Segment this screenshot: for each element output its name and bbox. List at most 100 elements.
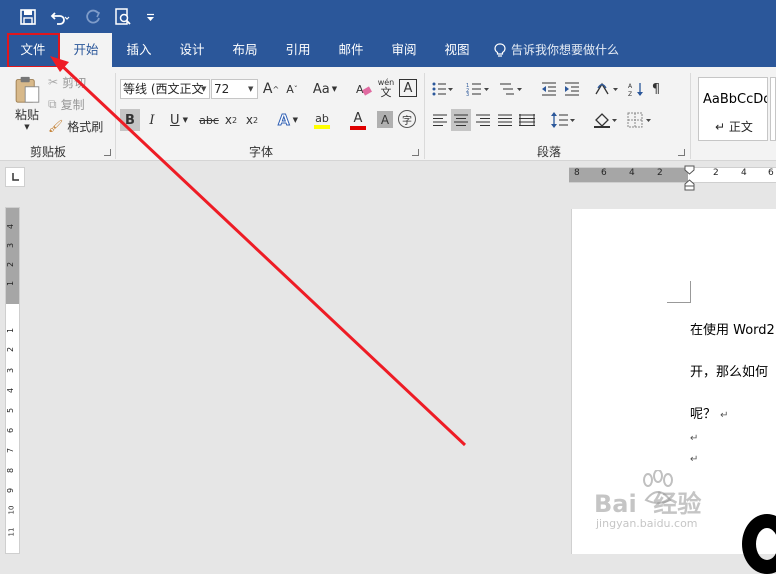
- paragraph-mark: ↵: [690, 433, 699, 444]
- style-name-label: ↵ 正文: [715, 120, 753, 134]
- shading-button[interactable]: [591, 109, 621, 131]
- grow-font-button[interactable]: A ^: [262, 79, 280, 99]
- enclose-label: 字: [402, 115, 412, 127]
- italic-button[interactable]: I: [143, 109, 161, 131]
- character-shading-button[interactable]: A: [377, 111, 393, 128]
- tab-mailings[interactable]: 邮件: [326, 33, 376, 67]
- print-preview-icon[interactable]: [113, 7, 133, 27]
- distributed-button[interactable]: [517, 109, 537, 131]
- svg-text:A: A: [356, 83, 364, 96]
- subscript-button[interactable]: x2: [222, 109, 240, 131]
- character-border-label: A: [403, 80, 413, 96]
- ruler-tick: 4: [741, 168, 747, 178]
- chevron-down-icon: ▼: [248, 85, 254, 93]
- superscript-button[interactable]: x2: [243, 109, 261, 131]
- justify-button[interactable]: [495, 109, 515, 131]
- quick-access-toolbar: [0, 0, 776, 33]
- tab-references[interactable]: 引用: [273, 33, 323, 67]
- paste-icon: [15, 76, 40, 103]
- ruler-tick: 3: [6, 367, 16, 374]
- ribbon-tabs: 文件 开始 插入 设计 布局 引用 邮件 审阅 视图 告诉我你想要做什么: [0, 33, 776, 67]
- tab-review[interactable]: 审阅: [379, 33, 429, 67]
- strikethrough-button[interactable]: abc: [198, 109, 220, 131]
- ribbon-home: 粘贴 ▼ ✂ 剪切 ⧉ 复制 🖌 格式刷 剪贴板 等线 (西文正文 ▼ 72 ▼ A ^…: [0, 67, 776, 161]
- tab-layout[interactable]: 布局: [219, 33, 271, 67]
- highlighter-icon: ab: [315, 111, 329, 125]
- ruler-tick: 10: [7, 505, 16, 515]
- ruler-tick: 9: [6, 487, 16, 494]
- clear-formatting-icon[interactable]: A: [354, 79, 374, 99]
- separator: [690, 73, 691, 159]
- align-center-button[interactable]: [451, 109, 471, 131]
- copy-button[interactable]: ⧉ 复制: [48, 95, 98, 113]
- shrink-font-button[interactable]: Aˇ: [283, 79, 301, 99]
- multilevel-list-button[interactable]: [497, 79, 525, 99]
- numbering-button[interactable]: 123: [464, 79, 492, 99]
- svg-text:3: 3: [466, 92, 469, 96]
- ruler-tick: 2: [6, 346, 16, 353]
- font-name-value: 等线 (西文正文: [123, 82, 204, 96]
- character-border-button[interactable]: A: [399, 79, 417, 97]
- style-gallery-next[interactable]: [770, 77, 776, 141]
- ruler-tick: 1: [6, 280, 16, 287]
- ruler-tick: 6: [768, 168, 774, 178]
- tab-insert[interactable]: 插入: [114, 33, 164, 67]
- tab-design[interactable]: 设计: [167, 33, 217, 67]
- ruler-tick: 2: [713, 168, 719, 178]
- show-paragraph-marks-button[interactable]: ¶: [648, 79, 664, 99]
- format-painter-button[interactable]: 🖌 格式刷: [48, 117, 108, 135]
- change-case-button[interactable]: Aa ▼: [310, 79, 340, 99]
- underline-button[interactable]: U ▼: [166, 109, 192, 131]
- change-case-label: Aa: [312, 81, 330, 97]
- font-size-value: 72: [214, 82, 230, 96]
- ruler-tick: 7: [6, 447, 16, 454]
- align-left-button[interactable]: [430, 109, 450, 131]
- ruler-tick: 3: [6, 242, 16, 249]
- borders-button[interactable]: [625, 109, 655, 131]
- align-right-button[interactable]: [473, 109, 493, 131]
- paste-label: 粘贴: [14, 108, 39, 122]
- svg-text:Z: Z: [628, 91, 632, 97]
- save-icon[interactable]: [18, 7, 38, 27]
- increase-indent-button[interactable]: [562, 79, 582, 99]
- cut-button[interactable]: ✂ 剪切: [48, 73, 98, 91]
- svg-text:A: A: [628, 83, 633, 90]
- chevron-down-icon: ▼: [24, 123, 30, 131]
- sort-button[interactable]: AZ: [626, 79, 646, 99]
- tab-view[interactable]: 视图: [432, 33, 482, 67]
- bold-button[interactable]: B: [120, 109, 140, 131]
- style-normal[interactable]: AaBbCcDd ↵ 正文: [698, 77, 768, 141]
- font-launcher-icon[interactable]: [412, 149, 419, 156]
- font-color-button[interactable]: A: [342, 109, 374, 131]
- copy-icon: ⧉: [48, 96, 57, 111]
- highlight-color-button[interactable]: ab: [306, 109, 338, 131]
- paste-button[interactable]: 粘贴 ▼: [8, 75, 46, 131]
- line-spacing-button[interactable]: [549, 109, 579, 131]
- clipboard-launcher-icon[interactable]: [104, 149, 111, 156]
- vertical-ruler[interactable]: 4 3 2 1 1 2 3 4 5 6 7 8 9 10 11: [5, 207, 20, 554]
- ruler-tick: 4: [6, 223, 16, 230]
- copy-label: 复制: [60, 97, 85, 112]
- ruler-tick: 2: [657, 168, 663, 178]
- horizontal-ruler[interactable]: 8 6 4 2 2 4 6: [569, 167, 776, 183]
- paragraph-group-label: 段落: [537, 145, 562, 159]
- undo-icon[interactable]: [49, 7, 71, 27]
- bullets-button[interactable]: [430, 79, 456, 99]
- tab-selector[interactable]: [5, 167, 25, 187]
- tell-me-search[interactable]: 告诉我你想要做什么: [494, 33, 634, 67]
- enclose-characters-button[interactable]: 字: [398, 110, 416, 128]
- text-effects-button[interactable]: A ▼: [274, 109, 302, 131]
- customize-icon[interactable]: [144, 9, 156, 25]
- watermark-brand: Bai 经验: [594, 490, 702, 518]
- phonetic-guide-button[interactable]: wén 文: [376, 76, 396, 100]
- indent-marker[interactable]: [684, 165, 695, 191]
- document-line-text: 呢？: [690, 407, 717, 422]
- tab-home[interactable]: 开始: [60, 33, 112, 67]
- clipboard-group-label: 剪贴板: [30, 145, 67, 159]
- chinese-layout-button[interactable]: [592, 79, 622, 99]
- paragraph-launcher-icon[interactable]: [678, 149, 685, 156]
- redo-icon[interactable]: [84, 7, 104, 27]
- font-name-combo[interactable]: 等线 (西文正文: [120, 79, 210, 99]
- margin-corner-mark: [667, 281, 691, 303]
- decrease-indent-button[interactable]: [539, 79, 559, 99]
